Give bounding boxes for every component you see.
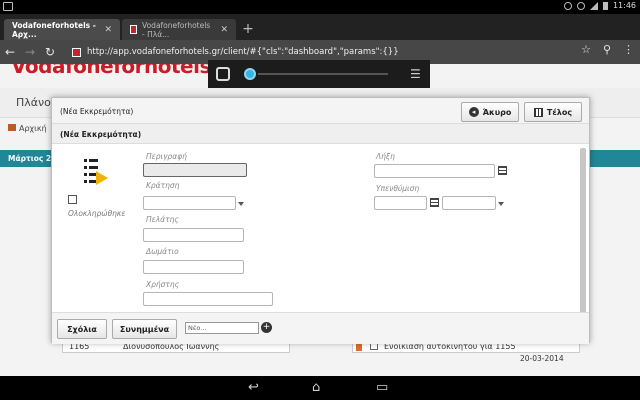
- signal-icon: [589, 1, 598, 10]
- description-label: Περιγραφή: [146, 152, 187, 161]
- completed-label: Ολοκληρώθηκε: [68, 209, 126, 218]
- finish-button[interactable]: Τέλος: [524, 102, 582, 122]
- site-logo: Vodafoneforhotels: [11, 64, 211, 78]
- add-icon[interactable]: +: [261, 322, 272, 333]
- scrollbar[interactable]: [580, 148, 586, 328]
- completed-checkbox[interactable]: [68, 195, 77, 204]
- reminder-time-select[interactable]: [442, 196, 496, 210]
- chevron-down-icon[interactable]: [238, 202, 244, 206]
- dialog-title: (Νέα Εκκρεμότητα): [60, 107, 134, 116]
- finish-icon: [533, 107, 543, 117]
- task-list-icon: [84, 159, 108, 185]
- tab-plan[interactable]: Vodafoneforhotels - Πλά... ✕: [122, 19, 236, 40]
- task-date: 20-03-2014: [520, 354, 564, 363]
- cancel-icon: ◂: [468, 107, 479, 117]
- sync-icon: [563, 1, 572, 10]
- new-tab-button[interactable]: +: [238, 20, 258, 39]
- gallery-icon: [3, 2, 13, 11]
- booking-label: Κράτηση: [146, 181, 180, 190]
- back-icon[interactable]: ←: [0, 45, 20, 59]
- dialog-subtitle: (Νέα Εκκρεμότητα): [60, 130, 142, 139]
- tab-home[interactable]: Vodafoneforhotels - Αρχ... ✕: [4, 19, 120, 40]
- search-icon[interactable]: ⚲: [603, 43, 611, 56]
- tab-title: Vodafoneforhotels - Αρχ...: [12, 20, 96, 39]
- browser-tab-strip: Vodafoneforhotels - Αρχ... ✕ Vodafonefor…: [0, 14, 640, 40]
- attachments-button[interactable]: Συνημμένα: [112, 319, 177, 339]
- expiry-label: Λήξη: [376, 152, 395, 161]
- tab-title: Vodafoneforhotels - Πλά...: [142, 20, 211, 39]
- star-icon[interactable]: ☆: [581, 43, 591, 56]
- description-input[interactable]: [143, 163, 247, 177]
- chevron-down-icon[interactable]: [498, 202, 504, 206]
- favicon-icon: [72, 47, 81, 57]
- slider-handle[interactable]: [244, 68, 256, 80]
- nav-plan[interactable]: Πλάνο: [16, 96, 51, 109]
- battery-icon: [602, 1, 608, 10]
- reminder-date-input[interactable]: [374, 196, 427, 210]
- breadcrumb[interactable]: Αρχική: [8, 124, 47, 133]
- customer-input[interactable]: [143, 228, 244, 242]
- status-bar: 11:46: [0, 0, 640, 14]
- comments-button[interactable]: Σχόλια: [57, 319, 107, 339]
- task-form: Ολοκληρώθηκε Περιγραφή Κράτηση Πελάτης Δ…: [52, 144, 580, 312]
- calendar-icon[interactable]: [430, 198, 439, 207]
- new-attachment-input[interactable]: Νέο...: [185, 322, 259, 334]
- reminder-label: Υπενθύμιση: [376, 184, 420, 193]
- room-label: Δωμάτιο: [146, 247, 179, 256]
- booking-select[interactable]: [143, 196, 236, 210]
- room-input[interactable]: [143, 260, 244, 274]
- reload-icon[interactable]: ↻: [40, 45, 60, 59]
- expiry-input[interactable]: [374, 164, 495, 178]
- close-icon[interactable]: ✕: [104, 25, 112, 35]
- home-icon: [8, 124, 16, 131]
- settings-sliders-icon[interactable]: ☰: [410, 67, 421, 81]
- home-nav-icon[interactable]: ⌂: [312, 380, 320, 395]
- user-label: Χρήστης: [146, 280, 180, 289]
- auto-rotate-icon[interactable]: [216, 67, 230, 81]
- back-nav-icon[interactable]: ↩: [248, 380, 259, 395]
- system-nav-bar: ↩ ⌂ ▭: [0, 376, 640, 400]
- cancel-button[interactable]: ◂ Άκυρο: [461, 102, 519, 122]
- favicon-icon: [130, 25, 138, 34]
- menu-icon[interactable]: ⋮: [623, 43, 634, 56]
- calendar-icon[interactable]: [498, 166, 507, 175]
- brightness-overlay: ☰: [208, 60, 430, 88]
- user-input[interactable]: [143, 292, 273, 306]
- customer-label: Πελάτης: [146, 215, 179, 224]
- close-icon[interactable]: ✕: [220, 25, 228, 35]
- slider-track[interactable]: [258, 73, 388, 75]
- wifi-icon: [576, 1, 585, 10]
- clock: 11:46: [612, 1, 636, 10]
- recents-nav-icon[interactable]: ▭: [376, 380, 388, 395]
- forward-icon[interactable]: →: [20, 45, 40, 59]
- url-field[interactable]: http://app.vodafoneforhotels.gr/client/#…: [72, 44, 562, 60]
- url-text: http://app.vodafoneforhotels.gr/client/#…: [87, 47, 399, 57]
- new-task-dialog: (Νέα Εκκρεμότητα) ◂ Άκυρο Τέλος (Νέα Εκκ…: [51, 97, 590, 344]
